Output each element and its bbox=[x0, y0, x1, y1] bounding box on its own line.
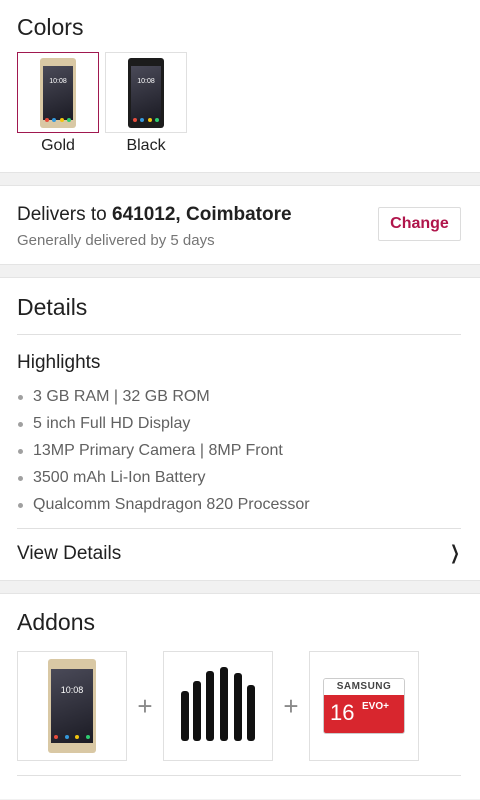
details-title: Details bbox=[17, 278, 461, 335]
phone-gold-image: 10:08 bbox=[48, 659, 96, 753]
addon-memory-card[interactable]: SAMSUNG 16 EVO+ bbox=[309, 651, 419, 761]
colors-section: Colors 10:08 Gold 10:08 Black bbox=[0, 0, 480, 172]
color-label: Black bbox=[126, 137, 166, 154]
addons-section: Addons 10:08 + + SAMSUNG 16 EVO+ bbox=[0, 594, 480, 799]
color-swatches: 10:08 Gold 10:08 Black bbox=[17, 52, 463, 155]
list-item: 13MP Primary Camera | 8MP Front bbox=[17, 437, 461, 464]
colors-title: Colors bbox=[17, 14, 84, 40]
phone-black-image: 10:08 bbox=[128, 57, 164, 128]
color-option-gold[interactable]: 10:08 Gold bbox=[17, 52, 99, 155]
selfie-stick-image bbox=[173, 661, 263, 751]
view-details-link[interactable]: View Details ❯ bbox=[17, 528, 461, 578]
plus-icon: + bbox=[283, 690, 299, 721]
memory-card-image: SAMSUNG 16 EVO+ bbox=[323, 678, 405, 734]
change-pincode-button[interactable]: Change bbox=[378, 207, 461, 241]
list-item: Qualcomm Snapdragon 820 Processor bbox=[17, 491, 461, 518]
chevron-right-icon: ❯ bbox=[450, 543, 460, 564]
list-item: 5 inch Full HD Display bbox=[17, 410, 461, 437]
view-details-label: View Details bbox=[17, 542, 122, 564]
delivery-section: Delivers to 641012, Coimbatore Generally… bbox=[0, 186, 480, 264]
color-option-black[interactable]: 10:08 Black bbox=[105, 52, 187, 155]
list-item: 3 GB RAM | 32 GB ROM bbox=[17, 383, 461, 410]
section-divider bbox=[0, 580, 480, 594]
section-divider bbox=[0, 172, 480, 186]
color-thumbnail[interactable]: 10:08 bbox=[105, 52, 187, 133]
divider bbox=[17, 775, 461, 776]
details-section: Details Highlights 3 GB RAM | 32 GB ROM … bbox=[0, 278, 480, 580]
plus-icon: + bbox=[137, 690, 153, 721]
list-item: 3500 mAh Li-Ion Battery bbox=[17, 464, 461, 491]
color-thumbnail[interactable]: 10:08 bbox=[17, 52, 99, 133]
phone-gold-image: 10:08 bbox=[40, 57, 76, 128]
addons-row: 10:08 + + SAMSUNG 16 EVO+ bbox=[17, 651, 461, 761]
highlights-title: Highlights bbox=[17, 352, 101, 373]
addon-phone[interactable]: 10:08 bbox=[17, 651, 127, 761]
section-divider bbox=[0, 264, 480, 278]
color-label: Gold bbox=[41, 137, 75, 154]
addon-selfie-stick[interactable] bbox=[163, 651, 273, 761]
highlights-list: 3 GB RAM | 32 GB ROM 5 inch Full HD Disp… bbox=[17, 383, 461, 518]
addons-title: Addons bbox=[17, 609, 96, 635]
